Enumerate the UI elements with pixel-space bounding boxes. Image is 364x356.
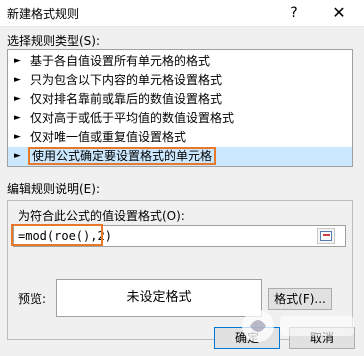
preview-box: 未设定格式: [56, 279, 262, 317]
triangle-right-icon: ►: [14, 151, 21, 161]
rule-type-item-label: 仅对排名靠前或靠后的数值设置格式: [30, 92, 223, 106]
triangle-right-icon: ►: [14, 75, 21, 85]
rule-type-list[interactable]: ► 基于各自值设置所有单元格的格式 ► 只为包含以下内容的单元格设置格式 ► 仅…: [7, 49, 353, 167]
rule-type-item[interactable]: ► 基于各自值设置所有单元格的格式: [8, 52, 352, 71]
rule-type-item[interactable]: ► 仅对排名靠前或靠后的数值设置格式: [8, 90, 352, 109]
close-button[interactable]: ✕: [324, 3, 354, 23]
cancel-button[interactable]: 取消: [289, 327, 355, 349]
dialog-title: 新建格式规则: [7, 7, 80, 21]
help-button[interactable]: ?: [283, 3, 305, 23]
range-select-icon-mark: [323, 234, 330, 236]
preview-label: 预览:: [18, 292, 47, 306]
rule-type-item[interactable]: ► 仅对高于或低于平均值的数值设置格式: [8, 109, 352, 128]
range-select-icon: [320, 231, 332, 241]
rule-type-item-label: 基于各自值设置所有单元格的格式: [30, 54, 211, 68]
rule-type-item-label: 仅对高于或低于平均值的数值设置格式: [30, 111, 235, 125]
triangle-right-icon: ►: [14, 94, 21, 104]
triangle-right-icon: ►: [14, 113, 21, 123]
edit-rule-label: 编辑规则说明(E):: [7, 182, 100, 196]
collapse-dialog-button[interactable]: [317, 228, 335, 244]
triangle-right-icon: ►: [14, 132, 21, 142]
rule-type-item-label: 使用公式确定要设置格式的单元格: [27, 147, 217, 165]
rule-type-item[interactable]: ► 只为包含以下内容的单元格设置格式: [8, 71, 352, 90]
rule-type-item[interactable]: ► 仅对唯一值或重复值设置格式: [8, 128, 352, 147]
title-bar: 新建格式规则 ? ✕: [0, 0, 364, 27]
formula-field[interactable]: [13, 225, 346, 247]
rule-type-item-label: 仅对唯一值或重复值设置格式: [30, 130, 187, 144]
formula-input[interactable]: [18, 226, 318, 246]
rule-type-item-selected[interactable]: ► 使用公式确定要设置格式的单元格: [8, 147, 352, 166]
rule-type-item-label: 只为包含以下内容的单元格设置格式: [30, 73, 223, 87]
formula-label: 为符合此公式的值设置格式(O):: [18, 209, 185, 223]
format-button[interactable]: 格式(F)...: [268, 288, 332, 310]
rule-type-label: 选择规则类型(S):: [7, 34, 101, 48]
ok-button[interactable]: 确定: [214, 327, 280, 349]
triangle-right-icon: ►: [14, 56, 21, 66]
